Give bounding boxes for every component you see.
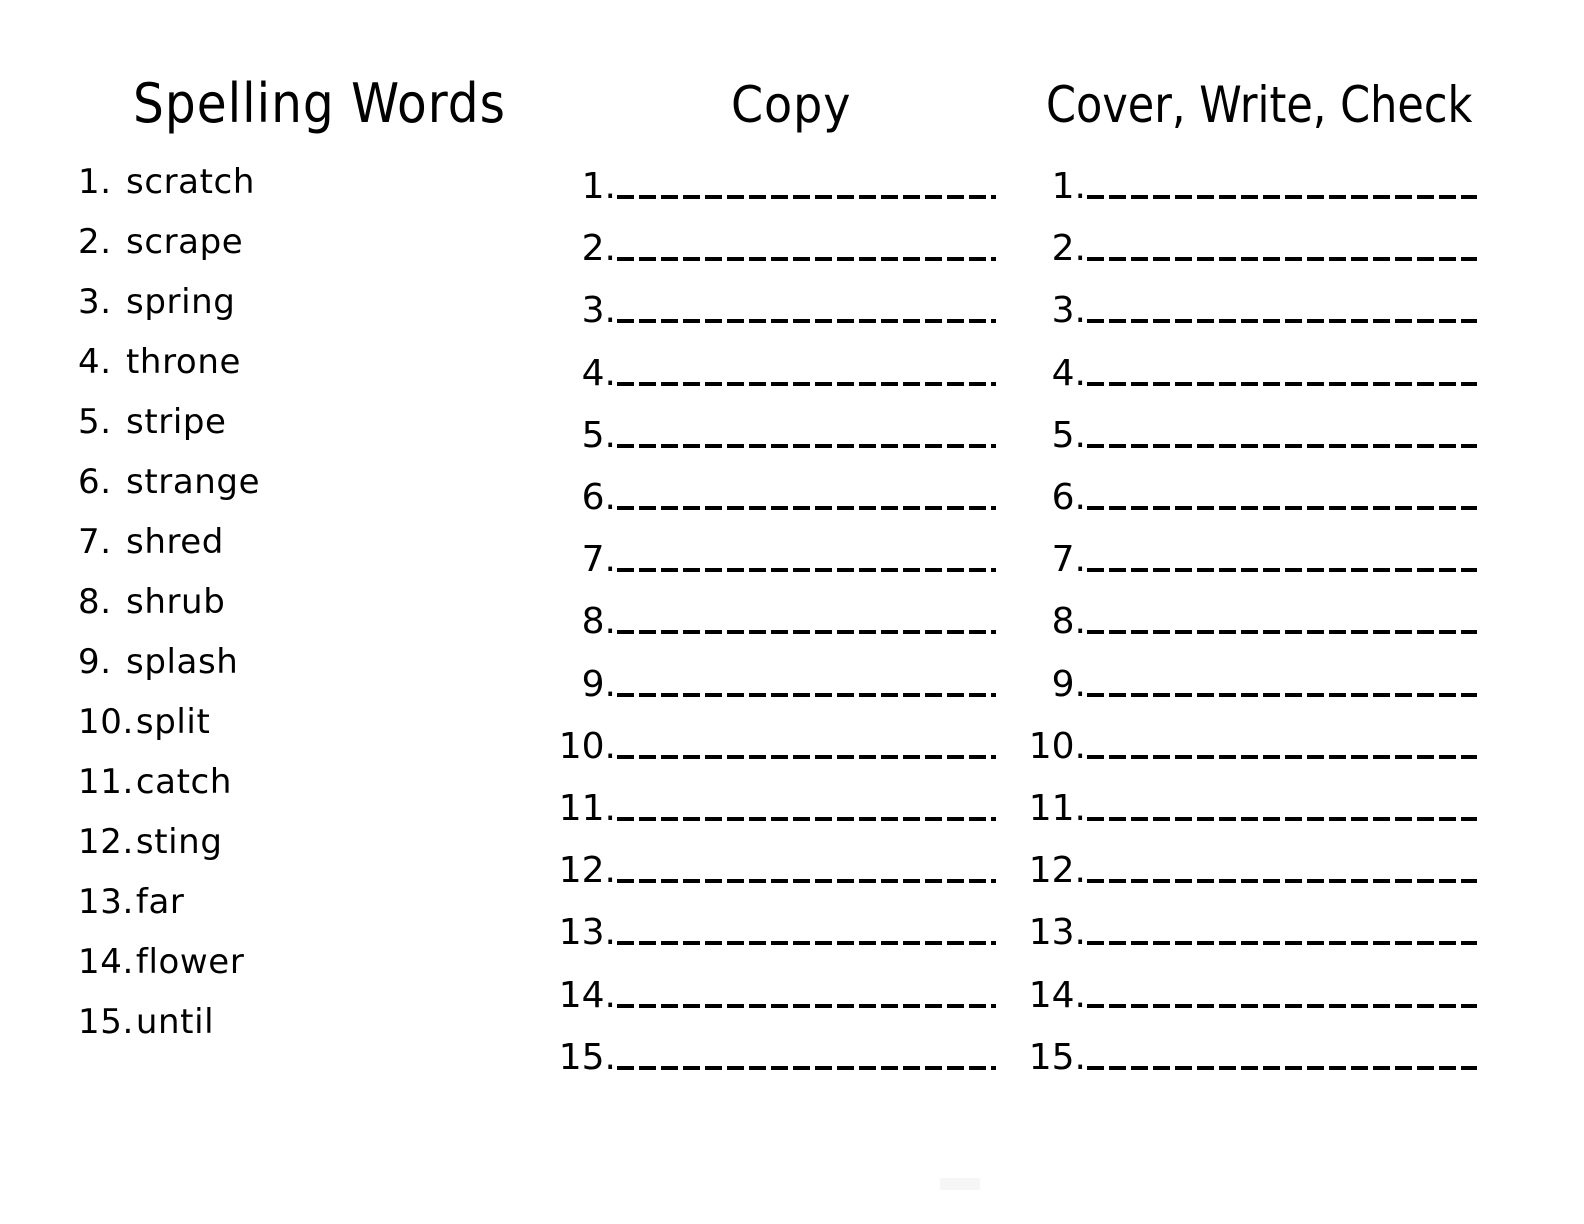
cover-write-check-line-number: 3. xyxy=(1051,289,1086,331)
cover-write-check-line-row: 3. xyxy=(0,276,1477,328)
cover-write-check-write-line[interactable] xyxy=(1087,568,1477,572)
cover-write-check-line-row: 15. xyxy=(0,1023,1477,1075)
cover-write-check-line-row: 13. xyxy=(0,898,1477,950)
cover-write-check-line-number: 12. xyxy=(1028,849,1086,891)
cover-write-check-write-line[interactable] xyxy=(1087,195,1477,199)
cover-write-check-line-row: 2. xyxy=(0,214,1477,266)
cover-write-check-line-row: 10. xyxy=(0,712,1477,764)
cover-write-check-write-line[interactable] xyxy=(1087,879,1477,883)
cover-write-check-line-number: 15. xyxy=(1028,1036,1086,1078)
cover-write-check-write-line[interactable] xyxy=(1087,1066,1477,1070)
cover-write-check-write-line[interactable] xyxy=(1087,630,1477,634)
cover-write-check-write-line[interactable] xyxy=(1087,817,1477,821)
cover-write-check-write-line[interactable] xyxy=(1087,941,1477,945)
cover-write-check-write-line[interactable] xyxy=(1087,1004,1477,1008)
cover-write-check-line-number: 5. xyxy=(1051,414,1086,456)
cover-write-check-line-number: 7. xyxy=(1051,538,1086,580)
cover-write-check-write-line[interactable] xyxy=(1087,382,1477,386)
cover-write-check-line-row: 1. xyxy=(0,152,1477,204)
cover-write-check-line-row: 11. xyxy=(0,774,1477,826)
cover-write-check-write-line[interactable] xyxy=(1087,319,1477,323)
cover-write-check-line-number: 1. xyxy=(1051,165,1086,207)
cover-write-check-write-line[interactable] xyxy=(1087,506,1477,510)
cover-write-check-write-line[interactable] xyxy=(1087,693,1477,697)
cover-write-check-line-row: 6. xyxy=(0,463,1477,515)
column-heading-copy: Copy xyxy=(731,76,852,134)
cover-write-check-line-row: 7. xyxy=(0,525,1477,577)
cover-write-check-line-number: 10. xyxy=(1028,725,1086,767)
cover-write-check-line-row: 14. xyxy=(0,961,1477,1013)
cover-write-check-line-row: 5. xyxy=(0,401,1477,453)
worksheet-page: Spelling Words Copy Cover, Write, Check … xyxy=(0,0,1584,1224)
cover-write-check-line-number: 11. xyxy=(1028,787,1086,829)
cover-write-check-line-number: 6. xyxy=(1051,476,1086,518)
cover-write-check-line-number: 8. xyxy=(1051,600,1086,642)
cover-write-check-line-number: 13. xyxy=(1028,911,1086,953)
cover-write-check-write-line[interactable] xyxy=(1087,755,1477,759)
cover-write-check-line-row: 12. xyxy=(0,836,1477,888)
cover-write-check-line-row: 4. xyxy=(0,339,1477,391)
cover-write-check-line-number: 2. xyxy=(1051,227,1086,269)
cover-write-check-write-line[interactable] xyxy=(1087,257,1477,261)
page-watermark-artifact xyxy=(940,1178,980,1190)
cover-write-check-line-number: 4. xyxy=(1051,352,1086,394)
cover-write-check-line-number: 9. xyxy=(1051,663,1086,705)
column-heading-cover-write-check: Cover, Write, Check xyxy=(1046,76,1473,134)
cover-write-check-line-number: 14. xyxy=(1028,974,1086,1016)
cover-write-check-write-line[interactable] xyxy=(1087,444,1477,448)
cover-write-check-line-row: 8. xyxy=(0,587,1477,639)
cover-write-check-line-row: 9. xyxy=(0,650,1477,702)
